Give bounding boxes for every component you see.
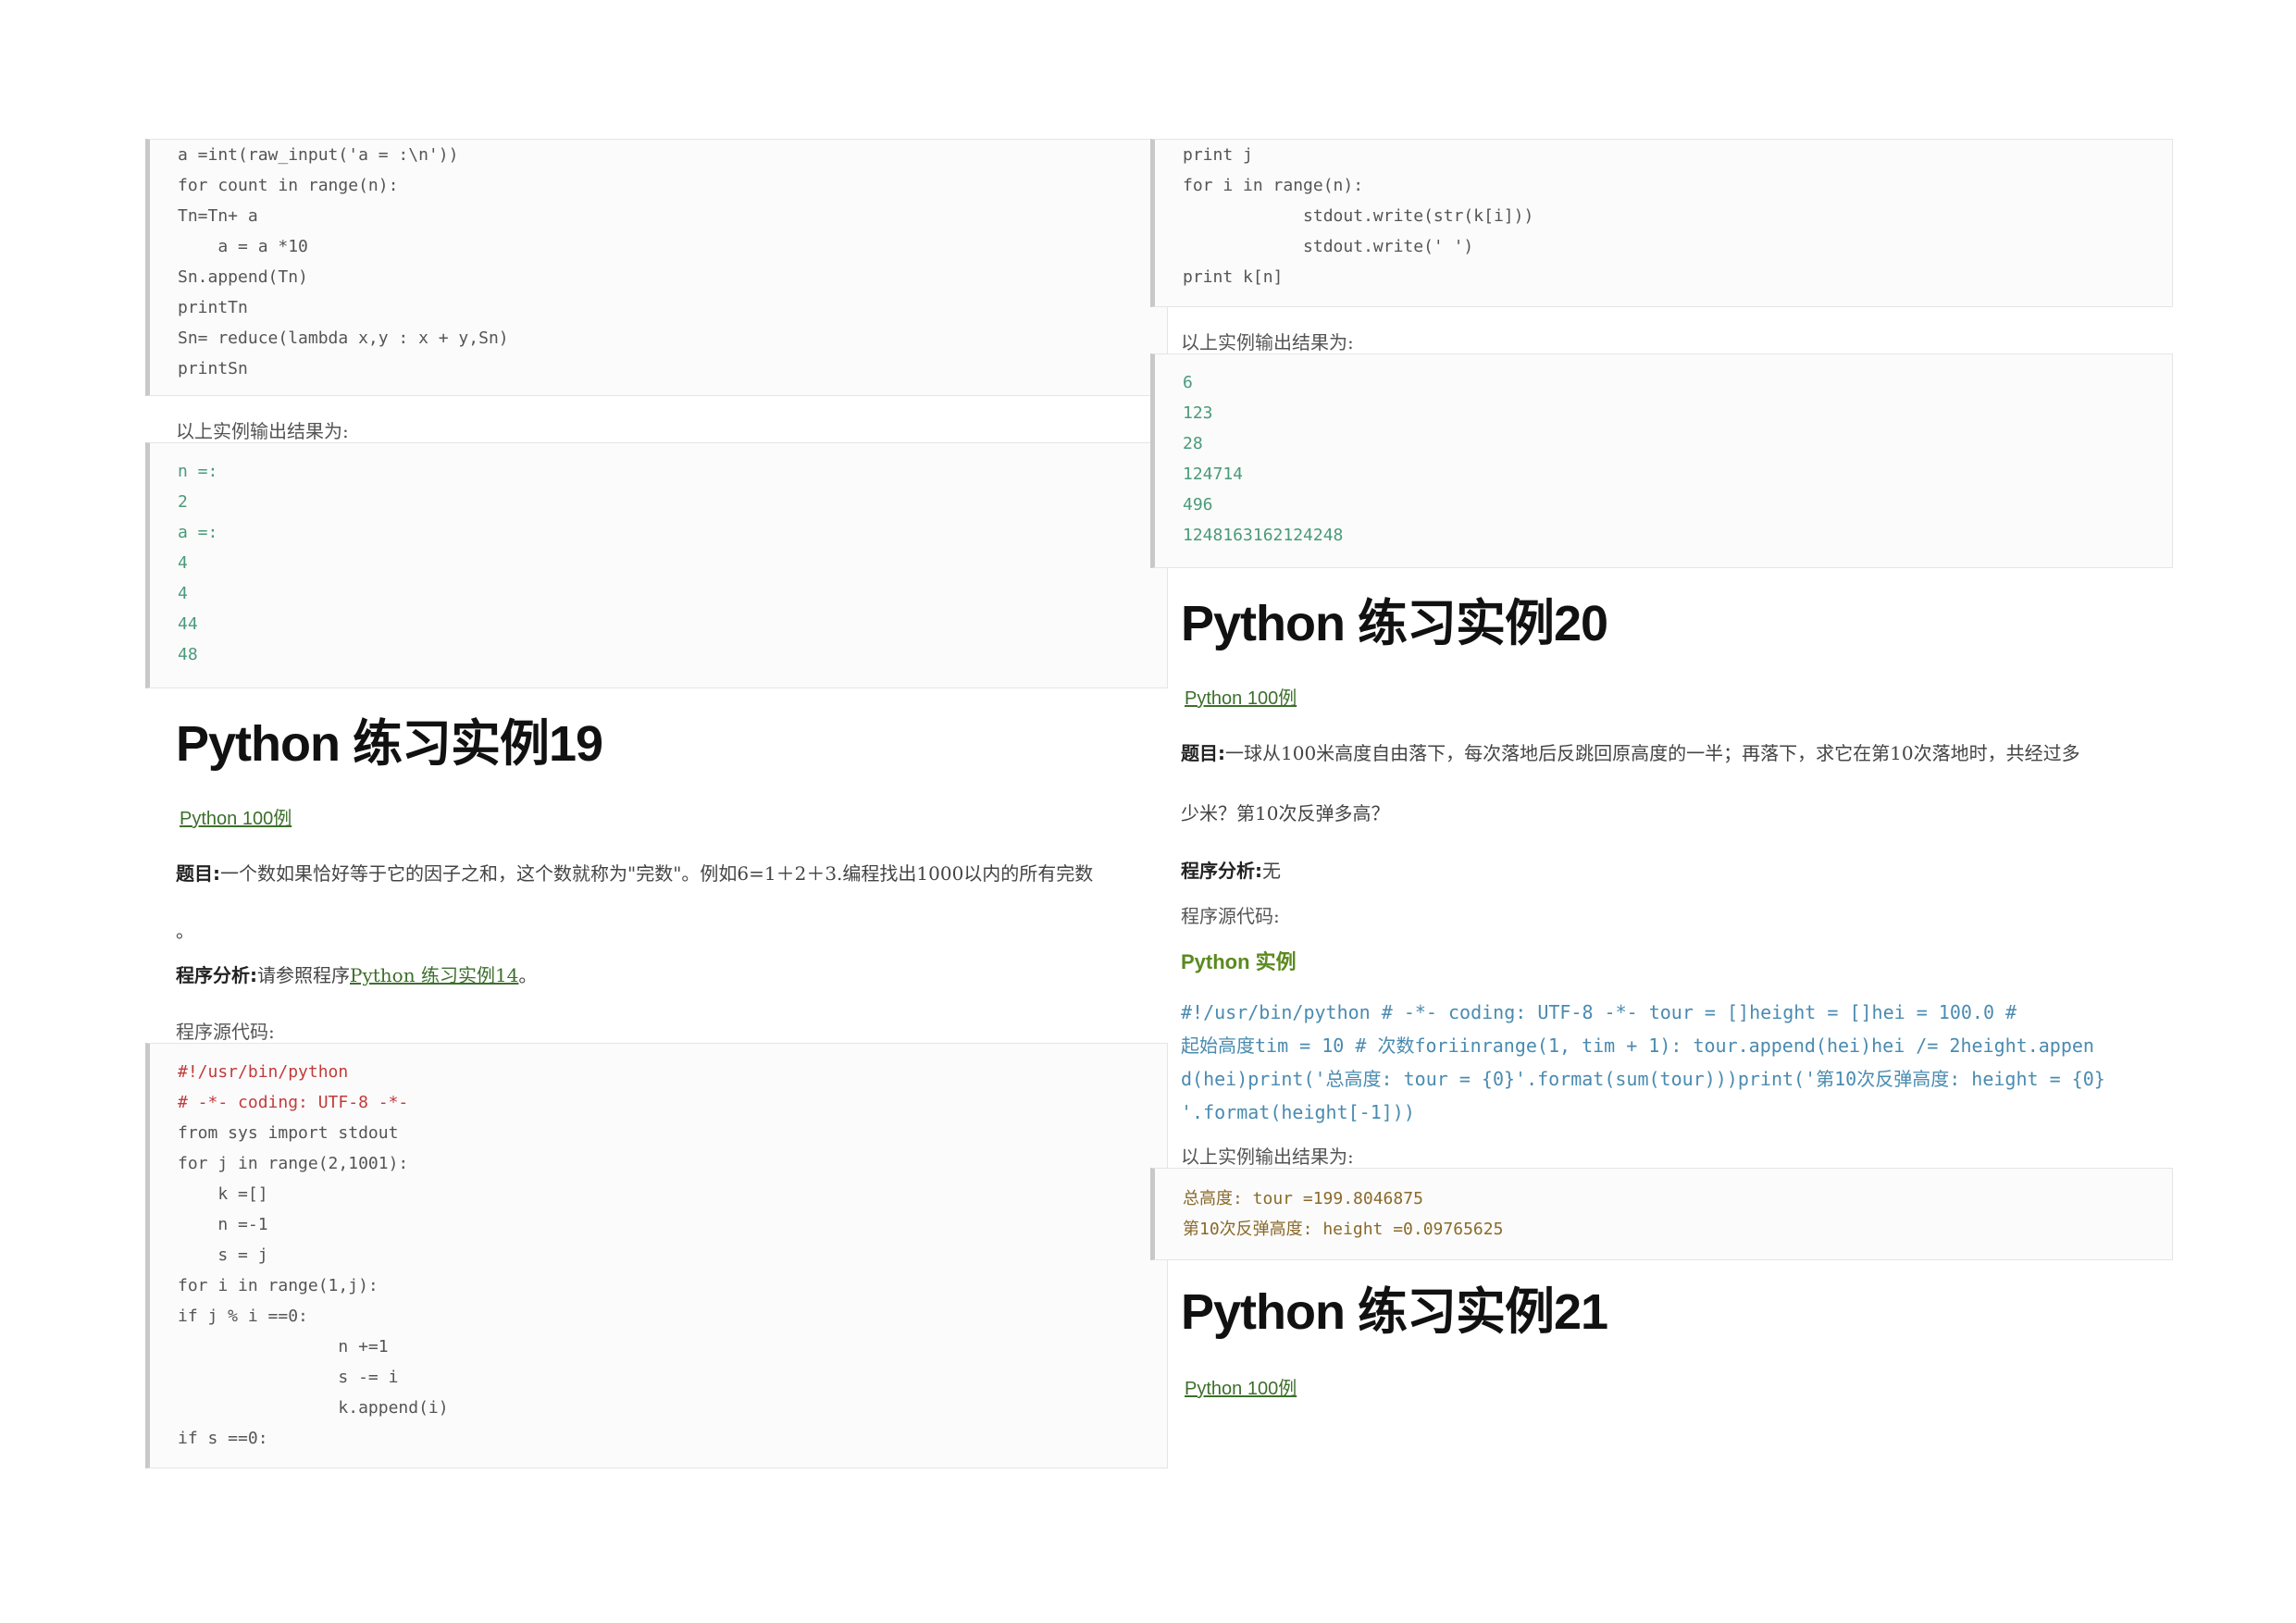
question-label: 题目:: [1181, 742, 1225, 764]
analysis-text: 无: [1262, 860, 1281, 882]
python-example-label: Python 实例: [1181, 950, 1297, 973]
output-line: 48: [178, 645, 198, 664]
output-line: n =:: [178, 462, 218, 481]
code-line: printSn: [178, 359, 248, 378]
heading-example-21: Python 练习实例21: [1181, 1284, 1608, 1340]
output-line: 496: [1183, 495, 1213, 514]
code-block-bottom-left: #!/usr/bin/python # -*- coding: UTF-8 -*…: [145, 1043, 1168, 1468]
code-line: s -= i: [178, 1368, 399, 1387]
output-line: 2: [178, 492, 188, 512]
code-line: print j: [1183, 145, 1253, 165]
source-label: 程序源代码:: [176, 1021, 275, 1043]
question-paragraph: 题目:一个数如果恰好等于它的因子之和，这个数就称为"完数"。例如6=1＋2＋3.…: [145, 860, 1168, 887]
source-label: 程序源代码:: [1181, 905, 1280, 927]
output-label: 以上实例输出结果为:: [1181, 331, 1354, 353]
analysis-paragraph: 程序分析:无: [1150, 857, 2173, 885]
code-line: for i in range(n):: [1183, 176, 1364, 195]
code-line: s = j: [178, 1245, 268, 1265]
output-line: a =:: [178, 523, 218, 542]
analysis-label: 程序分析:: [176, 964, 257, 986]
inline-code-line: #!/usr/bin/python # -*- coding: UTF-8 -*…: [1181, 1001, 2017, 1023]
question-text: 一球从100米高度自由落下，每次落地后反跳回原高度的一半；再落下，求它在第10次…: [1225, 742, 2080, 764]
code-line: n +=1: [178, 1337, 389, 1357]
heading-example-19: Python 练习实例19: [176, 716, 603, 772]
right-column: print j for i in range(n): stdout.write(…: [1150, 139, 2173, 1400]
output-block-right-2: 总高度: tour =199.8046875 第10次反弹高度: height …: [1150, 1168, 2173, 1260]
heading-example-20: Python 练习实例20: [1181, 596, 1608, 651]
python-100-link[interactable]: Python 100例: [1150, 1373, 2173, 1400]
output-line: 28: [1183, 434, 1203, 453]
code-line: k.append(i): [178, 1398, 449, 1418]
question-label: 题目:: [176, 862, 220, 885]
code-line: # -*- coding: UTF-8 -*-: [178, 1093, 409, 1112]
code-line: Sn.append(Tn): [178, 267, 308, 287]
output-label: 以上实例输出结果为:: [176, 420, 349, 442]
code-line: #!/usr/bin/python: [178, 1062, 349, 1082]
analysis-text: 请参照程序: [257, 964, 350, 986]
code-line: from sys import stdout: [178, 1123, 399, 1143]
output-line: 6: [1183, 373, 1193, 392]
output-line: 总高度: tour =199.8046875: [1183, 1189, 1423, 1208]
code-line: k =[]: [178, 1184, 268, 1204]
code-line: if s ==0:: [178, 1429, 268, 1448]
output-label: 以上实例输出结果为:: [1181, 1146, 1354, 1168]
question-continuation: 少米？第10次反弹多高？: [1181, 802, 1390, 824]
code-line: Sn= reduce(lambda x,y : x + y,Sn): [178, 328, 509, 348]
analysis-label: 程序分析:: [1181, 860, 1262, 882]
example-14-link[interactable]: Python 练习实例14: [350, 964, 518, 986]
output-line: 4: [178, 553, 188, 573]
code-line: Tn=Tn+ a: [178, 206, 258, 226]
output-block-left: n =: 2 a =: 4 4 44 48: [145, 442, 1168, 688]
code-block-top-right: print j for i in range(n): stdout.write(…: [1150, 139, 2173, 307]
code-line: stdout.write(str(k[i])): [1183, 206, 1534, 226]
code-line: if j % i ==0:: [178, 1307, 308, 1326]
output-line: 124714: [1183, 465, 1244, 484]
analysis-paragraph: 程序分析:请参照程序Python 练习实例14。: [145, 961, 1168, 989]
code-line: for j in range(2,1001):: [178, 1154, 409, 1173]
code-line: printTn: [178, 298, 248, 317]
code-line: print k[n]: [1183, 267, 1284, 287]
inline-code-line: d(hei)print('总高度: tour = {0}'.format(sum…: [1181, 1068, 2105, 1090]
inline-code-block: #!/usr/bin/python # -*- coding: UTF-8 -*…: [1150, 996, 2173, 1129]
code-block-top-left: a =int(raw_input('a = :\n')) for count i…: [145, 139, 1168, 396]
question-paragraph: 题目:一球从100米高度自由落下，每次落地后反跳回原高度的一半；再落下，求它在第…: [1150, 739, 2173, 767]
code-line: for i in range(1,j):: [178, 1276, 379, 1295]
code-line: a = a *10: [178, 237, 308, 256]
output-line: 123: [1183, 403, 1213, 423]
output-block-right: 6 123 28 124714 496 1248163162124248: [1150, 353, 2173, 568]
inline-code-line: 起始高度tim = 10 # 次数foriinrange(1, tim + 1)…: [1181, 1035, 2094, 1057]
output-line: 44: [178, 614, 198, 634]
code-line: a =int(raw_input('a = :\n')): [178, 145, 459, 165]
code-line: stdout.write(' '): [1183, 237, 1474, 256]
code-line: for count in range(n):: [178, 176, 399, 195]
left-column: a =int(raw_input('a = :\n')) for count i…: [145, 139, 1168, 1490]
output-line: 第10次反弹高度: height =0.09765625: [1183, 1220, 1504, 1239]
analysis-end: 。: [518, 964, 538, 986]
output-line: 4: [178, 584, 188, 603]
question-text: 一个数如果恰好等于它的因子之和，这个数就称为"完数"。例如6=1＋2＋3.编程找…: [220, 862, 1094, 885]
code-line: n =-1: [178, 1215, 268, 1234]
python-100-link[interactable]: Python 100例: [145, 803, 1168, 830]
question-continuation: 。: [176, 920, 194, 942]
inline-code-line: '.format(height[-1])): [1181, 1101, 1415, 1123]
output-line: 1248163162124248: [1183, 526, 1344, 545]
python-100-link[interactable]: Python 100例: [1150, 683, 2173, 710]
